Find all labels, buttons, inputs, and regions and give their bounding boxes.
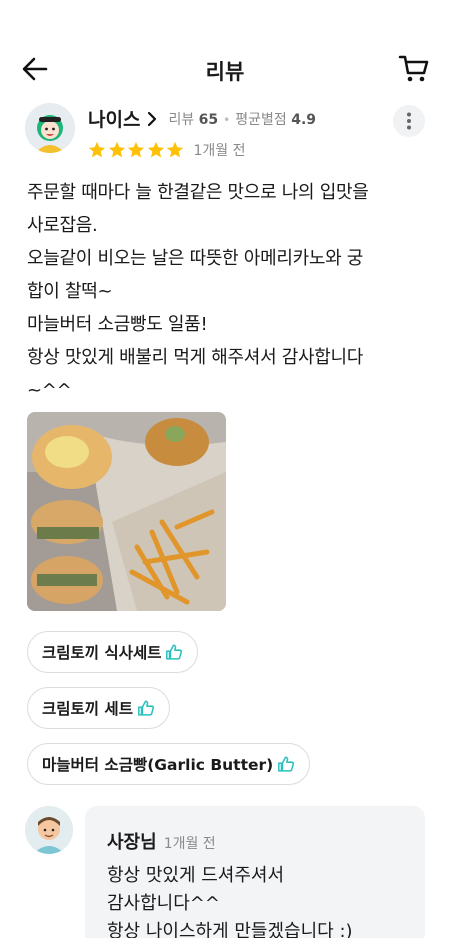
owner-character-icon	[25, 806, 73, 854]
avg-rating: 4.9	[291, 111, 317, 128]
owner-avatar	[25, 806, 73, 854]
avg-rating-label: 평균별점	[235, 111, 287, 128]
review-count-label: 리뷰	[168, 111, 195, 128]
page-title: 리뷰	[205, 60, 245, 84]
menu-tags: 크림토끼 식사세트 크림토끼 세트 마늘버터 소금빵(Garlic Butter…	[27, 631, 427, 799]
star-icon	[166, 141, 184, 158]
review-text-line: 항상 맛있게 배불리 먹게 해주셔서 감사합니다	[27, 347, 364, 368]
menu-tag-label: 크림토끼 세트	[42, 700, 133, 718]
food-photo-image	[27, 412, 226, 611]
avatar[interactable]	[25, 103, 75, 153]
reply-text-line: 항상 맛있게 드셔주셔서	[107, 865, 285, 886]
review-time: 1개월 전	[193, 143, 246, 159]
reviewer-name[interactable]: 나이스	[88, 105, 140, 132]
thumbs-up-icon	[166, 644, 183, 660]
thumbs-up-icon	[278, 756, 295, 772]
menu-tag[interactable]: 크림토끼 세트	[27, 687, 170, 729]
review-count: 65	[198, 111, 219, 128]
star-icon	[147, 141, 164, 158]
cart-icon[interactable]	[398, 52, 430, 84]
top-bar: 리뷰	[0, 44, 450, 94]
menu-tag-label: 마늘버터 소금빵(Garlic Butter)	[42, 756, 274, 774]
review-header: 나이스 리뷰 65 • 평균별점 4.9 1개월 전	[25, 103, 425, 163]
review-photo[interactable]	[27, 412, 226, 611]
menu-tag[interactable]: 크림토끼 식사세트	[27, 631, 199, 673]
chevron-right-icon[interactable]	[146, 111, 158, 127]
thumbs-up-icon	[138, 700, 154, 716]
character-avatar-icon	[25, 103, 75, 153]
reply-bubble: 사장님 1개월 전 항상 맛있게 드셔주셔서 감사합니다^^ 항상 나이스하게 …	[85, 806, 425, 938]
reply-body: 항상 맛있게 드셔주셔서 감사합니다^^ 항상 나이스하게 만들겠습니다 :)	[107, 862, 407, 938]
review-text-line: ~^^	[27, 380, 72, 401]
star-icon	[127, 141, 145, 158]
owner-reply: 사장님 1개월 전 항상 맛있게 드셔주셔서 감사합니다^^ 항상 나이스하게 …	[25, 806, 425, 938]
review-body: 주문할 때마다 늘 한결같은 맛으로 나의 입맛을 사로잡음. 오늘같이 비오는…	[27, 176, 427, 407]
menu-tag[interactable]: 마늘버터 소금빵(Garlic Butter)	[27, 743, 311, 785]
reply-header: 사장님 1개월 전	[107, 828, 216, 854]
review-text-line: 마늘버터 소금빵도 일품!	[27, 314, 208, 335]
reviewer-info: 나이스 리뷰 65 • 평균별점 4.9	[88, 105, 316, 132]
review-text-line: 합이 찰떡~	[27, 281, 113, 302]
star-icon	[108, 141, 125, 158]
reply-text-line: 감사합니다^^	[107, 893, 220, 914]
review-text-line: 오늘같이 비오는 날은 따뜻한 아메리카노와 궁	[27, 248, 364, 269]
reply-time: 1개월 전	[163, 836, 216, 852]
star-icon	[88, 141, 106, 158]
rating-stars: 1개월 전	[88, 140, 246, 160]
reviewer-stats: 리뷰 65 • 평균별점 4.9	[168, 109, 316, 129]
separator-dot: •	[223, 112, 231, 127]
review-text-line: 사로잡음.	[27, 215, 98, 236]
owner-name: 사장님	[107, 832, 157, 853]
review-text-line: 주문할 때마다 늘 한결같은 맛으로 나의 입맛을	[27, 182, 369, 203]
more-options-icon[interactable]	[393, 105, 425, 137]
reply-text-line: 항상 나이스하게 만들겠습니다 :)	[107, 921, 353, 938]
menu-tag-label: 크림토끼 식사세트	[42, 644, 162, 662]
